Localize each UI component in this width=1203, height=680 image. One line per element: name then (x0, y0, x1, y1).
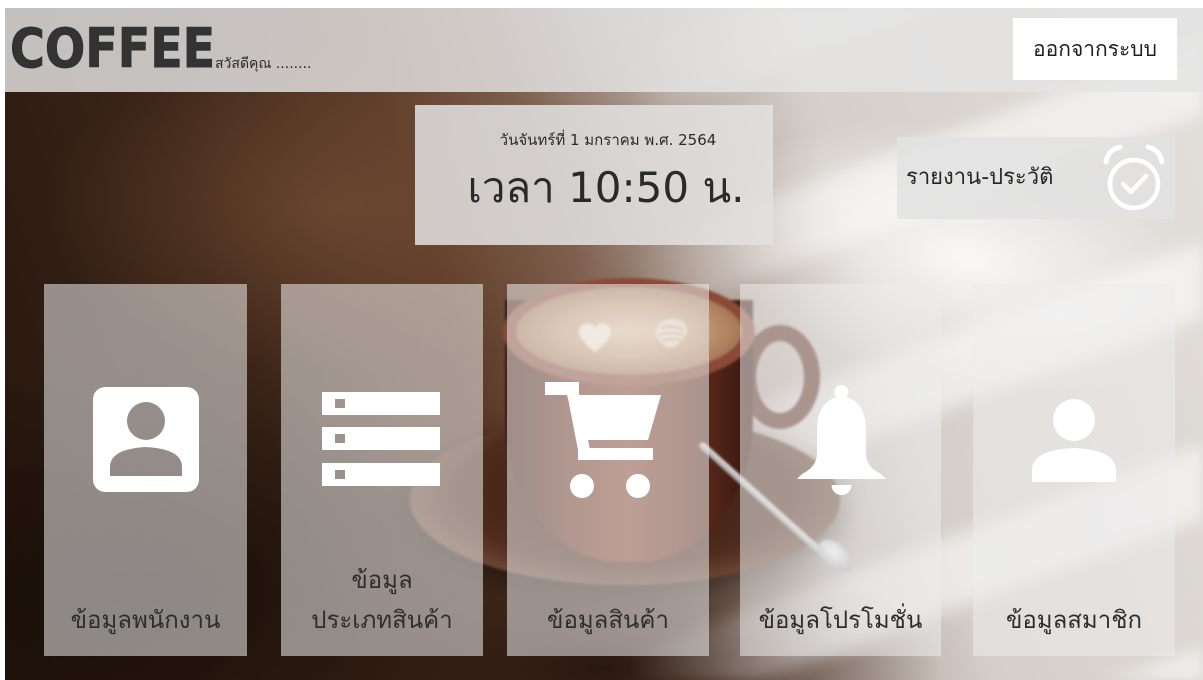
menu-tile-label: ข้อมูลสินค้า (507, 600, 709, 640)
menu-tile-members[interactable]: ข้อมูลสมาชิก (973, 284, 1175, 656)
current-time: เวลา 10:50 น. (467, 163, 745, 212)
alarm-check-icon (1103, 144, 1165, 211)
menu-tile-product-categories[interactable]: ข้อมูล ประเภทสินค้า (281, 284, 483, 656)
logout-button[interactable]: ออกจากระบบ (1013, 18, 1177, 80)
menu-tile-label: ข้อมูลพนักงาน (44, 600, 247, 640)
menu-tile-promotions[interactable]: ข้อมูลโปรโมชั่น (740, 284, 941, 656)
menu-tile-label-line: ข้อมูลสินค้า (547, 606, 669, 634)
menu-tile-label: ข้อมูลสมาชิก (973, 600, 1175, 640)
report-history-button[interactable]: รายงาน-ประวัติ (897, 137, 1175, 219)
list-icon (322, 392, 440, 487)
menu-tile-label-line: ข้อมูลพนักงาน (70, 606, 221, 634)
menu-tile-label-line: ข้อมูล (351, 566, 413, 594)
menu-tile-products[interactable]: ข้อมูลสินค้า (507, 284, 709, 656)
menu-tile-label-line: ประเภทสินค้า (311, 606, 453, 634)
menu-tile-label: ข้อมูล ประเภทสินค้า (281, 560, 483, 640)
bell-icon (797, 385, 886, 497)
contact-card-icon (93, 387, 199, 492)
menu-tile-label-line: ข้อมูลสมาชิก (1005, 606, 1143, 634)
menu-tile-employees[interactable]: ข้อมูลพนักงาน (44, 284, 247, 656)
app-logo: COFFEE (10, 17, 216, 80)
current-date: วันจันทร์ที่ 1 มกราคม พ.ศ. 2564 (499, 131, 717, 149)
report-history-label: รายงาน-ประวัติ (906, 165, 1054, 190)
shopping-cart-icon (545, 382, 661, 498)
menu-tile-label-line: ข้อมูลโปรโมชั่น (758, 606, 923, 634)
menu-tile-label: ข้อมูลโปรโมชั่น (740, 600, 941, 640)
person-icon (1032, 398, 1116, 482)
user-greeting: สวัสดีคุณ ........ (215, 56, 312, 72)
clock-panel: วันจันทร์ที่ 1 มกราคม พ.ศ. 2564 เวลา 10:… (415, 105, 773, 245)
